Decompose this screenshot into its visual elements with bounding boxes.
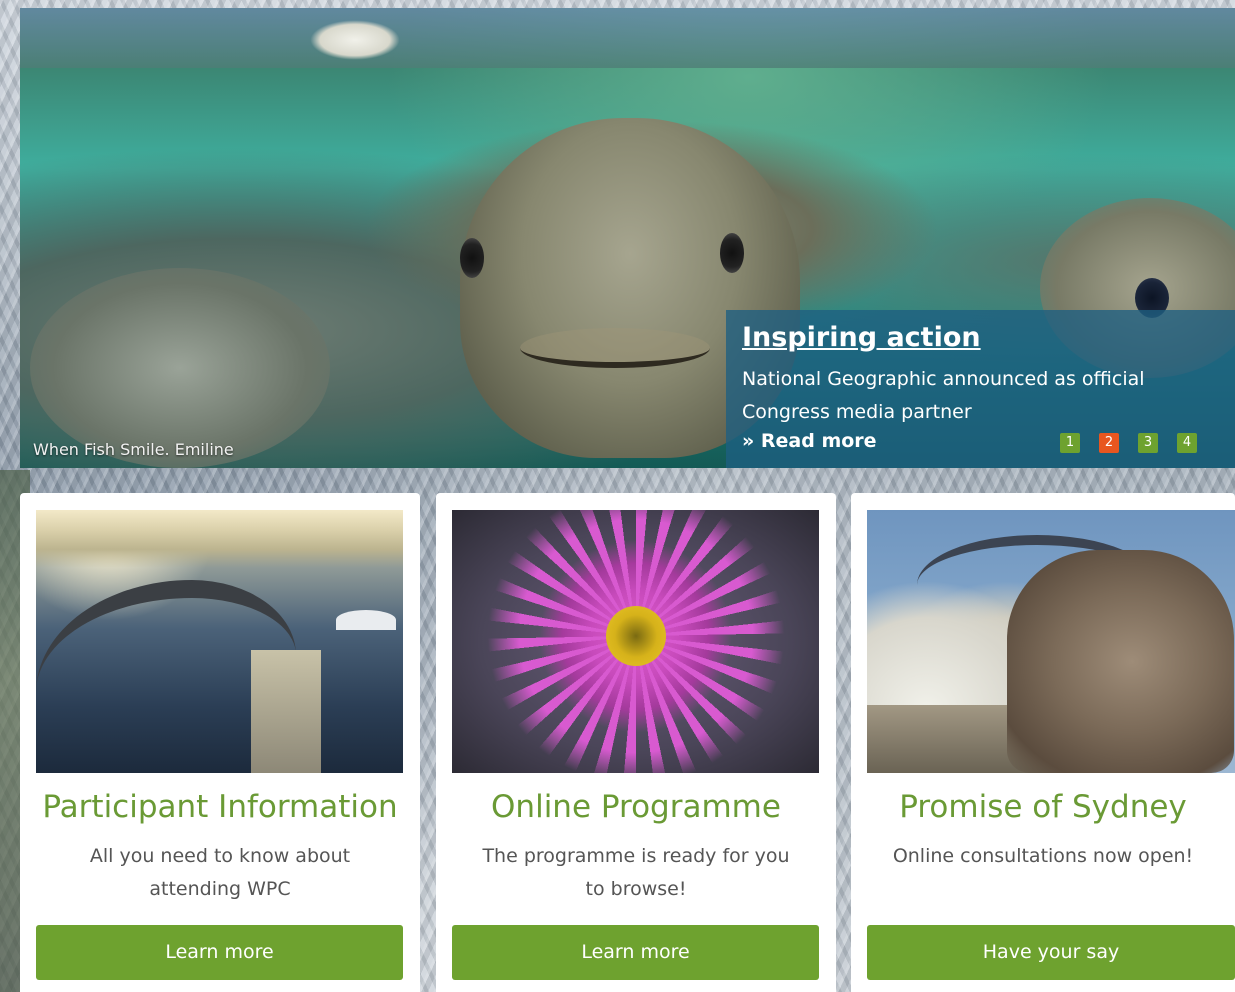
card-description: The programme is ready for you to browse… <box>482 845 790 900</box>
slide-dot-2-active[interactable]: 2 <box>1099 433 1119 453</box>
harbour-bridge-image[interactable] <box>36 510 403 773</box>
fish-left-image <box>30 268 330 468</box>
hero-sky <box>20 8 1235 68</box>
slider-pagination: 1 2 3 4 <box>1060 433 1197 453</box>
fish-eye-right-icon <box>720 233 744 273</box>
fish-eye-left-icon <box>460 238 484 278</box>
card-online-programme: Online Programme The programme is ready … <box>436 493 836 992</box>
hero-cloud <box>310 20 400 60</box>
performer-figure <box>1007 550 1234 773</box>
read-more-link[interactable]: » Read more <box>742 430 877 452</box>
have-your-say-button[interactable]: Have your say <box>867 925 1235 980</box>
hero-slider[interactable]: When Fish Smile. Emiline Inspiring actio… <box>20 8 1235 468</box>
card-title[interactable]: Online Programme <box>436 789 836 825</box>
flower-center <box>605 606 666 667</box>
slide-dot-4[interactable]: 4 <box>1177 433 1197 453</box>
opera-house-performer-image[interactable] <box>867 510 1235 773</box>
hero-description: National Geographic announced as officia… <box>742 368 1145 423</box>
hero-info-panel: Inspiring action National Geographic ann… <box>726 310 1235 468</box>
card-participant-information: Participant Information All you need to … <box>20 493 420 992</box>
fish-mouth-image <box>520 328 710 368</box>
slide-dot-1[interactable]: 1 <box>1060 433 1080 453</box>
bridge-pylon <box>251 650 321 773</box>
opera-house-small <box>336 610 396 630</box>
photo-caption: When Fish Smile. Emiline <box>33 440 234 459</box>
slide-dot-3[interactable]: 3 <box>1138 433 1158 453</box>
hero-title-link[interactable]: Inspiring action <box>742 322 981 353</box>
learn-more-button[interactable]: Learn more <box>36 925 403 980</box>
card-title[interactable]: Promise of Sydney <box>851 789 1235 825</box>
card-description: Online consultations now open! <box>892 845 1194 867</box>
learn-more-button[interactable]: Learn more <box>452 925 819 980</box>
card-description: All you need to know about attending WPC <box>89 845 351 900</box>
card-title[interactable]: Participant Information <box>20 789 420 825</box>
card-promise-of-sydney: Promise of Sydney Online consultations n… <box>851 493 1235 992</box>
flower-image[interactable] <box>452 510 819 773</box>
